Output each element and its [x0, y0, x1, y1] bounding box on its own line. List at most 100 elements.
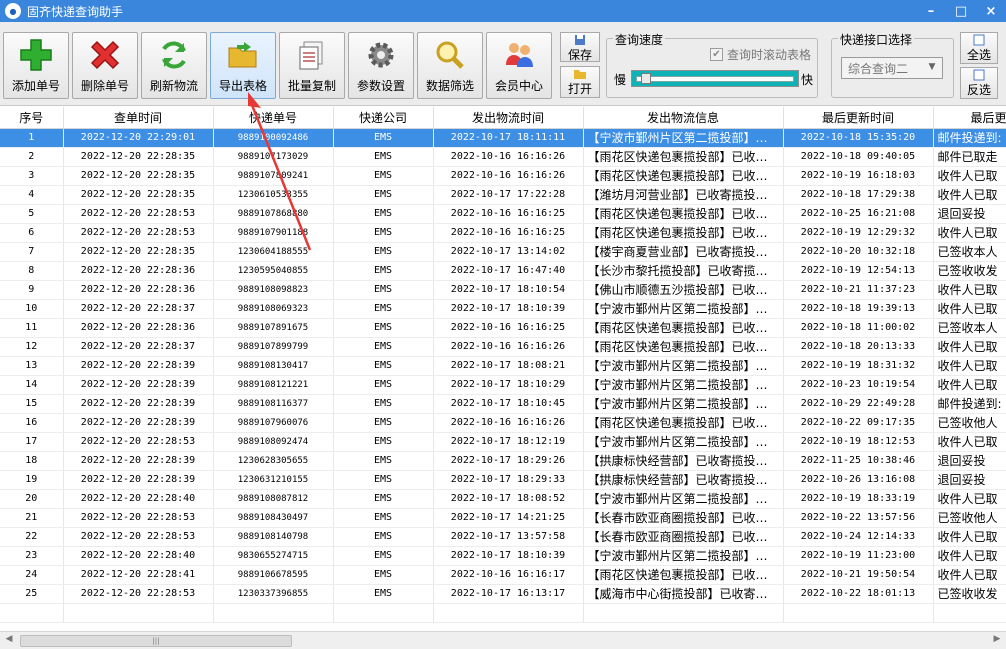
add-tracking-button[interactable]: 添加单号	[3, 32, 69, 99]
table-cell: 2022-10-23 10:19:54	[783, 375, 934, 395]
select-all-button[interactable]: 全选	[960, 32, 998, 64]
column-header[interactable]: 查单时间	[63, 107, 214, 129]
table-row[interactable]: 5 2022-12-20 22:28:53 9889107868880 EMS 2022…	[0, 204, 1006, 224]
table-row[interactable]: 8 2022-12-20 22:28:36 1230595040855 EMS 2022…	[0, 261, 1006, 281]
table-row[interactable]: 18 2022-12-20 22:28:39 1230628305655 EMS 202…	[0, 451, 1006, 471]
table-cell: 2022-10-22 13:57:56	[783, 508, 934, 528]
table-cell: 2022-10-19 18:33:19	[783, 489, 934, 509]
auto-scroll-checkbox[interactable]: ✔ 查询时滚动表格	[710, 46, 811, 63]
table-cell: 11	[0, 318, 64, 338]
tracking-table[interactable]: 序号 查单时间 快递单号 快递公司 发出物流时间 发出物流信息 最后更新时间 最…	[0, 107, 1006, 631]
table-cell: 已签收本人	[933, 242, 1006, 262]
table-cell: 2022-10-19 16:18:03	[783, 166, 934, 186]
api-select-dropdown[interactable]: 综合查询二 ▼	[841, 57, 943, 79]
open-folder-icon	[573, 68, 587, 80]
table-cell: 2022-12-20 22:28:53	[63, 204, 214, 224]
table-cell: 邮件投递到:	[933, 394, 1006, 414]
table-cell: 2022-10-17 18:10:29	[433, 375, 584, 395]
table-row[interactable]: 13 2022-12-20 22:28:39 9889108130417 EMS 202…	[0, 356, 1006, 376]
table-cell: 25	[0, 584, 64, 604]
table-row[interactable]: 3 2022-12-20 22:28:35 9889107809241 EMS 2022…	[0, 166, 1006, 186]
table-row[interactable]: 15 2022-12-20 22:28:39 9889108116377 EMS 202…	[0, 394, 1006, 414]
copy-icon	[293, 37, 331, 73]
table-cell: 2022-10-17 18:08:52	[433, 489, 584, 509]
slider-thumb[interactable]	[641, 73, 651, 84]
table-row[interactable]: 2 2022-12-20 22:28:35 9889107173029 EMS 2022…	[0, 147, 1006, 167]
maximize-button[interactable]: □	[946, 0, 976, 22]
minimize-button[interactable]: –	[916, 0, 946, 22]
table-cell: 收件人已取	[933, 223, 1006, 243]
table-row[interactable]: 9 2022-12-20 22:28:36 9889108098823 EMS 2022…	[0, 280, 1006, 300]
horizontal-scrollbar[interactable]: ◀ ||| ▶	[0, 631, 1006, 649]
table-row[interactable]: 17 2022-12-20 22:28:53 9889108092474 EMS 202…	[0, 432, 1006, 452]
scroll-right-icon[interactable]: ▶	[990, 634, 1004, 648]
table-row[interactable]: 14 2022-12-20 22:28:39 9889108121221 EMS 202…	[0, 375, 1006, 395]
invert-selection-button[interactable]: 反选	[960, 67, 998, 99]
table-row[interactable]: 4 2022-12-20 22:28:35 1230610533355 EMS 2022…	[0, 185, 1006, 205]
table-cell: 【长春市欧亚商圈揽投部】已收…	[583, 508, 784, 528]
table-cell: 2022-10-18 20:13:33	[783, 337, 934, 357]
toolbar: 添加单号 删除单号 刷新物流 导出表格 批量复制 参数设置 数据筛选 会员中心 …	[0, 22, 1006, 106]
refresh-icon	[155, 37, 193, 73]
table-row[interactable]: 10 2022-12-20 22:28:37 9889108069323 EMS 202…	[0, 299, 1006, 319]
checkbox-icon	[973, 34, 985, 46]
table-cell: 9889106678595	[213, 565, 334, 585]
column-header[interactable]: 发出物流信息	[583, 107, 784, 129]
table-row[interactable]: 6 2022-12-20 22:28:53 9889107901188 EMS 2022…	[0, 223, 1006, 243]
open-button[interactable]: 打开	[560, 66, 600, 98]
delete-tracking-button[interactable]: 删除单号	[72, 32, 138, 99]
table-cell: 退回妥投	[933, 470, 1006, 490]
table-cell: 2022-12-20 22:28:35	[63, 166, 214, 186]
refresh-logistics-button[interactable]: 刷新物流	[141, 32, 207, 99]
table-row[interactable]: 12 2022-12-20 22:28:37 9889107899799 EMS 202…	[0, 337, 1006, 357]
column-header[interactable]: 最后更新时间	[783, 107, 934, 129]
table-row[interactable]: 24 2022-12-20 22:28:41 9889106678595 EMS 202…	[0, 565, 1006, 585]
table-cell: 【雨花区快递包裹揽投部】已收…	[583, 204, 784, 224]
close-button[interactable]: ×	[976, 0, 1006, 22]
save-button[interactable]: 保存	[560, 32, 600, 62]
query-speed-slider[interactable]	[631, 70, 799, 87]
export-table-button[interactable]: 导出表格	[210, 32, 276, 99]
table-cell: 收件人已取	[933, 546, 1006, 566]
settings-button[interactable]: 参数设置	[348, 32, 414, 99]
table-row[interactable]: 11 2022-12-20 22:28:36 9889107891675 EMS 202…	[0, 318, 1006, 338]
table-cell: EMS	[333, 375, 434, 395]
table-cell: EMS	[333, 489, 434, 509]
table-cell: 1230628305655	[213, 451, 334, 471]
table-cell: 2022-10-16 16:16:26	[433, 337, 584, 357]
batch-copy-button[interactable]: 批量复制	[279, 32, 345, 99]
gear-icon	[362, 37, 400, 73]
table-cell: 2022-10-17 18:29:26	[433, 451, 584, 471]
table-cell: 9889107173029	[213, 147, 334, 167]
table-row[interactable]: 19 2022-12-20 22:28:39 1230631210155 EMS 202…	[0, 470, 1006, 490]
column-header[interactable]: 发出物流时间	[433, 107, 584, 129]
column-header[interactable]: 序号	[0, 107, 64, 129]
data-filter-button[interactable]: 数据筛选	[417, 32, 483, 99]
scrollbar-thumb[interactable]: |||	[20, 635, 292, 647]
table-row[interactable]: 23 2022-12-20 22:28:40 9830655274715 EMS 202…	[0, 546, 1006, 566]
column-header[interactable]: 快递公司	[333, 107, 434, 129]
table-cell: EMS	[333, 413, 434, 433]
table-cell: 12	[0, 337, 64, 357]
table-row[interactable]: 22 2022-12-20 22:28:53 9889108140798 EMS 202…	[0, 527, 1006, 547]
checkbox-icon	[973, 69, 985, 81]
table-row[interactable]: 7 2022-12-20 22:28:35 1230604188555 EMS 2022…	[0, 242, 1006, 262]
table-row[interactable]: 25 2022-12-20 22:28:53 1230337396855 EMS 202…	[0, 584, 1006, 604]
table-cell: 【宁波市鄞州片区第二揽投部】…	[583, 299, 784, 319]
table-row[interactable]: 1 2022-12-20 22:29:01 9889100092486 EMS 2022…	[0, 128, 1006, 148]
table-cell: 【宁波市鄞州片区第二揽投部】…	[583, 394, 784, 414]
scroll-left-icon[interactable]: ◀	[2, 634, 16, 648]
table-cell: 【宁波市鄞州片区第二揽投部】…	[583, 128, 784, 148]
table-cell: 13	[0, 356, 64, 376]
table-row[interactable]: 16 2022-12-20 22:28:39 9889107960076 EMS 202…	[0, 413, 1006, 433]
table-cell: 2022-12-20 22:28:39	[63, 451, 214, 471]
table-row[interactable]: 21 2022-12-20 22:28:53 9889108430497 EMS 202…	[0, 508, 1006, 528]
table-row[interactable]: 20 2022-12-20 22:28:40 9889108087812 EMS 202…	[0, 489, 1006, 509]
table-cell: 【雨花区快递包裹揽投部】已收…	[583, 166, 784, 186]
table-cell: 收件人已取	[933, 375, 1006, 395]
column-header[interactable]: 快递单号	[213, 107, 334, 129]
column-header[interactable]: 最后更新物流	[933, 107, 1006, 129]
table-cell: 9889108069323	[213, 299, 334, 319]
table-cell: 2022-10-17 18:11:11	[433, 128, 584, 148]
member-center-button[interactable]: 会员中心	[486, 32, 552, 99]
